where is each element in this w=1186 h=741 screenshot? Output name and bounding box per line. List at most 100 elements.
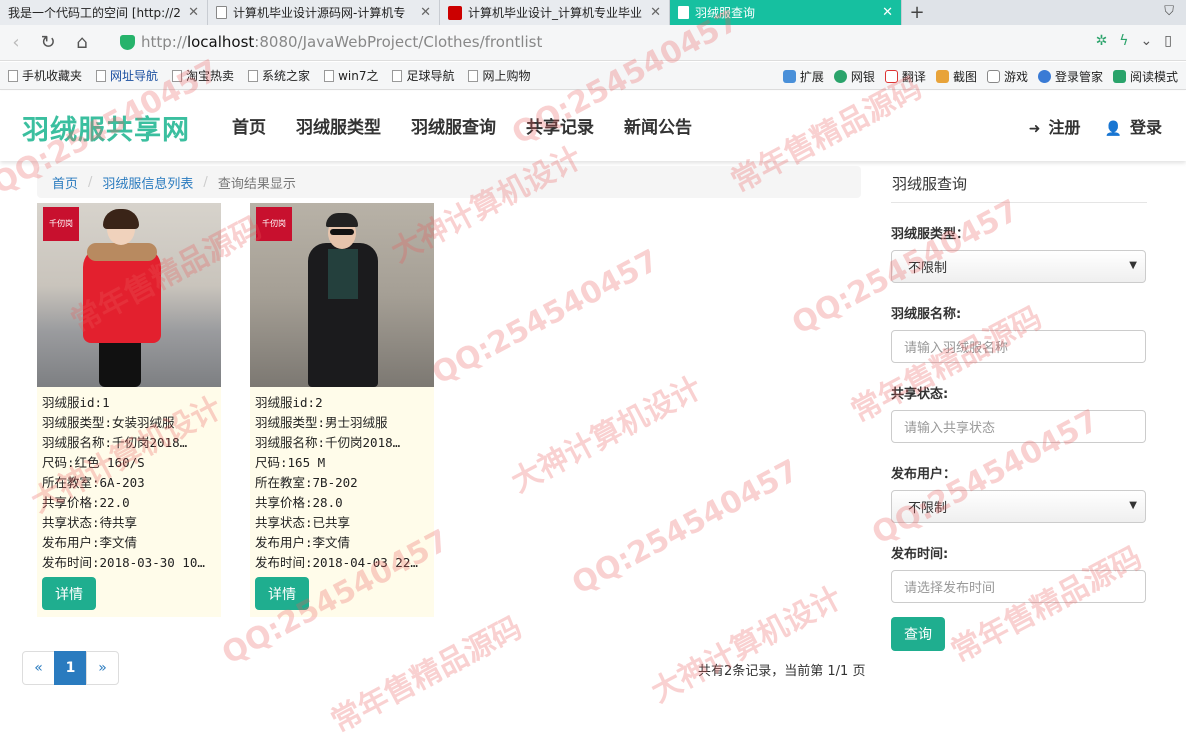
- site-brand-logo[interactable]: 羽绒服共享网: [22, 108, 190, 147]
- bookmark-nav[interactable]: 网址导航: [96, 67, 158, 84]
- product-price: 共享价格:28.0: [255, 495, 343, 510]
- browser-tab-2[interactable]: 计算机毕业设计源码网-计算机专 ✕: [208, 0, 440, 25]
- user-label: 发布用户：: [891, 467, 957, 482]
- nav-clothes-type[interactable]: 羽绒服类型: [296, 113, 381, 138]
- reading-mode-tool[interactable]: 阅读模式: [1112, 68, 1178, 85]
- bookmark-taobao[interactable]: 淘宝热卖: [172, 67, 234, 84]
- user-select-value: 不限制: [908, 501, 948, 516]
- close-icon[interactable]: ✕: [882, 5, 893, 20]
- search-panel: 羽绒服查询 羽绒服类型： 不限制 ▼ 羽绒服名称: 请输入羽绒服名称 共享状态:…: [891, 163, 1147, 651]
- login-manager-tool[interactable]: 登录管家: [1037, 68, 1103, 85]
- bookmark-football[interactable]: 足球导航: [392, 67, 454, 84]
- type-label: 羽绒服类型：: [891, 227, 970, 242]
- product-name: 羽绒服名称:千仞岗2018…: [42, 435, 188, 450]
- breadcrumb-home[interactable]: 首页: [52, 173, 78, 192]
- caret-down-icon: ▼: [1129, 500, 1137, 511]
- page-icon: [216, 6, 227, 19]
- address-tools: ✲ ϟ ⌄ ▯: [1096, 33, 1172, 49]
- gamepad-icon: [986, 69, 1000, 83]
- close-icon[interactable]: ✕: [420, 5, 431, 20]
- prev-page-button[interactable]: «: [22, 651, 55, 685]
- nav-share-records[interactable]: 共享记录: [526, 113, 594, 138]
- time-input[interactable]: 请选择发布时间: [891, 570, 1146, 603]
- address-bar: ‹ ↻ ⌂ http://localhost:8080/JavaWebProje…: [0, 25, 1186, 61]
- phone-icon[interactable]: ▯: [1164, 33, 1172, 49]
- tool-label: 翻译: [901, 69, 926, 84]
- browser-tab-3[interactable]: 计算机毕业设计_计算机专业毕业 ✕: [440, 0, 670, 25]
- state-input[interactable]: 请输入共享状态: [891, 410, 1146, 443]
- pagination: « 1 »: [22, 651, 119, 685]
- name-input[interactable]: 请输入羽绒服名称: [891, 330, 1146, 363]
- user-select[interactable]: 不限制 ▼: [891, 490, 1146, 523]
- speed-icon[interactable]: ✲: [1096, 33, 1108, 49]
- detail-button[interactable]: 详情: [42, 577, 96, 610]
- translate-tool[interactable]: 翻译: [884, 68, 926, 85]
- url-prefix: http://: [141, 33, 187, 51]
- secure-shield-icon: [120, 34, 135, 50]
- user-icon: 👤: [1104, 121, 1122, 137]
- product-card: 千仞岗 羽绒服id:2 羽绒服类型:男士羽绒服 羽绒服名称:千仞岗2018… 尺…: [250, 203, 434, 617]
- product-type: 羽绒服类型:女装羽绒服: [42, 415, 175, 430]
- sign-in-icon: ➜: [1028, 121, 1041, 137]
- type-select-value: 不限制: [908, 261, 948, 276]
- refresh-icon[interactable]: ↻: [34, 32, 62, 53]
- type-select[interactable]: 不限制 ▼: [891, 250, 1146, 283]
- page-icon: [468, 69, 479, 82]
- bookmark-win7[interactable]: win7之: [324, 67, 378, 84]
- new-tab-plus-icon[interactable]: +: [902, 0, 932, 25]
- bookmark-label: 网址导航: [110, 69, 159, 83]
- product-info: 羽绒服id:2 羽绒服类型:男士羽绒服 羽绒服名称:千仞岗2018… 尺码:16…: [250, 387, 434, 573]
- games-tool[interactable]: 游戏: [986, 68, 1028, 85]
- browser-tab-1[interactable]: 我是一个代码工的空间 [http://2 ✕: [0, 0, 208, 25]
- brand-logo: 千仞岗: [43, 207, 79, 241]
- product-user: 发布用户:李文倩: [255, 535, 351, 550]
- tool-label: 扩展: [799, 69, 824, 84]
- skin-icon[interactable]: ⛉: [1164, 4, 1174, 19]
- bookmarks-bar: 手机收藏夹 网址导航 淘宝热卖 系统之家 win7之 足球导航 网上购物 扩展 …: [0, 62, 1186, 90]
- browser-tab-active[interactable]: 羽绒服查询 ✕: [670, 0, 902, 25]
- tool-label: 阅读模式: [1129, 69, 1178, 84]
- brand-logo: 千仞岗: [256, 207, 292, 241]
- back-icon[interactable]: ‹: [2, 32, 30, 53]
- time-label: 发布时间:: [891, 547, 949, 562]
- url-field[interactable]: http://localhost:8080/JavaWebProject/Clo…: [120, 33, 542, 51]
- bank-tool[interactable]: 网银: [833, 68, 875, 85]
- register-link[interactable]: ➜ 注册: [1029, 114, 1081, 138]
- detail-button[interactable]: 详情: [255, 577, 309, 610]
- nav-news[interactable]: 新闻公告: [624, 113, 692, 138]
- bookmark-label: win7之: [338, 69, 379, 83]
- next-page-button[interactable]: »: [86, 651, 119, 685]
- bookmark-system[interactable]: 系统之家: [248, 67, 310, 84]
- name-label: 羽绒服名称:: [891, 307, 962, 322]
- breadcrumb-list[interactable]: 羽绒服信息列表: [102, 173, 193, 192]
- extensions-tool[interactable]: 扩展: [782, 68, 824, 85]
- tool-label: 游戏: [1003, 69, 1028, 84]
- product-id: 羽绒服id:2: [255, 395, 323, 410]
- tool-label: 登录管家: [1054, 69, 1103, 84]
- bookmark-shopping[interactable]: 网上购物: [468, 67, 530, 84]
- watermark: QQ:254540457: [566, 453, 805, 602]
- home-icon[interactable]: ⌂: [68, 32, 96, 53]
- product-photo[interactable]: 千仞岗: [250, 203, 434, 387]
- watermark: QQ:254540457: [426, 243, 665, 392]
- url-path: :8080/JavaWebProject/Clothes/frontlist: [254, 33, 543, 51]
- product-room: 所在教室:6A-203: [42, 475, 145, 490]
- lightning-icon[interactable]: ϟ: [1119, 33, 1128, 49]
- page-icon: [172, 69, 183, 82]
- photo-hair: [326, 213, 358, 227]
- nav-clothes-query[interactable]: 羽绒服查询: [411, 113, 496, 138]
- login-link[interactable]: 👤 登录: [1105, 114, 1162, 138]
- nav-home[interactable]: 首页: [232, 113, 266, 138]
- product-photo[interactable]: 千仞岗: [37, 203, 221, 387]
- login-label: 登录: [1129, 118, 1162, 137]
- close-icon[interactable]: ✕: [650, 5, 661, 20]
- product-size: 尺码:红色 160/S: [42, 455, 145, 470]
- query-button[interactable]: 查询: [891, 617, 945, 651]
- chevron-down-icon[interactable]: ⌄: [1141, 33, 1153, 49]
- product-price: 共享价格:22.0: [42, 495, 130, 510]
- caret-down-icon: ▼: [1129, 260, 1137, 271]
- close-icon[interactable]: ✕: [188, 5, 199, 20]
- bookmark-mobile[interactable]: 手机收藏夹: [8, 67, 82, 84]
- screenshot-tool[interactable]: 截图: [935, 68, 977, 85]
- page-1-button[interactable]: 1: [54, 651, 87, 685]
